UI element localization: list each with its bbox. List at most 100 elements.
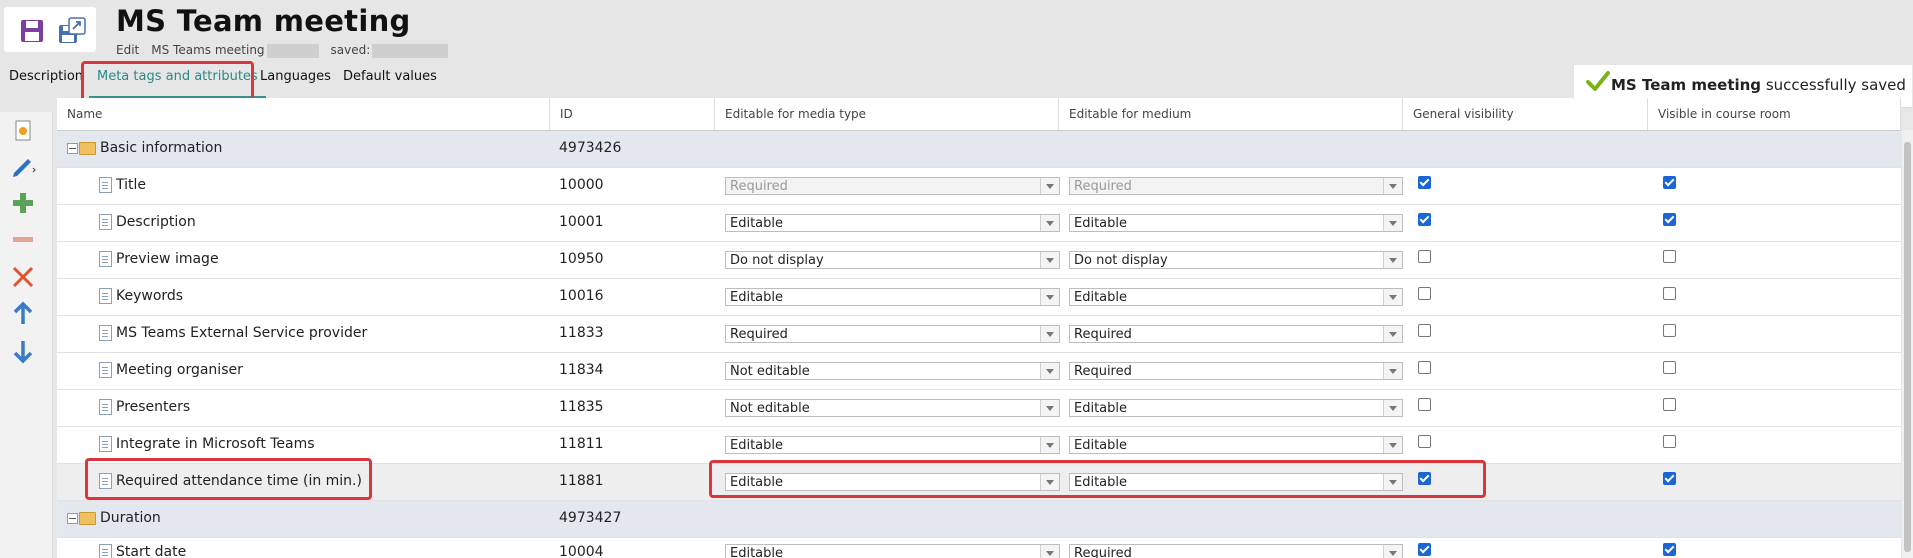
chevron-down-icon[interactable] xyxy=(1383,545,1402,558)
course-room-checkbox[interactable] xyxy=(1663,361,1676,374)
general-visibility-checkbox[interactable] xyxy=(1418,472,1431,485)
chevron-down-icon[interactable] xyxy=(1383,400,1402,416)
chevron-down-icon[interactable] xyxy=(1383,326,1402,342)
medium-select[interactable]: Editable xyxy=(1069,436,1403,454)
course-room-checkbox[interactable] xyxy=(1663,287,1676,300)
collapse-icon[interactable] xyxy=(67,512,78,524)
course-room-checkbox[interactable] xyxy=(1663,398,1676,411)
medium-select[interactable]: Required xyxy=(1069,177,1403,195)
chevron-down-icon[interactable] xyxy=(1383,363,1402,379)
general-visibility-checkbox[interactable] xyxy=(1418,398,1431,411)
table-row[interactable]: Keywords 10016 Editable Editable xyxy=(57,279,1901,316)
chevron-down-icon[interactable] xyxy=(1040,545,1059,558)
general-visibility-checkbox[interactable] xyxy=(1418,287,1431,300)
row-name: Description xyxy=(116,214,196,230)
chevron-down-icon[interactable] xyxy=(1383,215,1402,231)
general-visibility-checkbox[interactable] xyxy=(1418,250,1431,263)
chevron-down-icon[interactable] xyxy=(1383,437,1402,453)
chevron-down-icon[interactable] xyxy=(1040,326,1059,342)
chevron-down-icon[interactable] xyxy=(1383,474,1402,490)
course-room-checkbox[interactable] xyxy=(1663,543,1676,556)
move-up-icon[interactable] xyxy=(10,301,36,327)
col-id[interactable]: ID xyxy=(550,98,715,130)
chevron-down-icon[interactable] xyxy=(1040,215,1059,231)
medium-select[interactable]: Editable xyxy=(1069,288,1403,306)
general-visibility-checkbox[interactable] xyxy=(1418,361,1431,374)
course-room-checkbox[interactable] xyxy=(1663,250,1676,263)
media-type-select[interactable]: Editable xyxy=(725,544,1060,558)
medium-select[interactable]: Editable xyxy=(1069,399,1403,417)
table-row[interactable]: Start date 10004 Editable Required xyxy=(57,535,1901,558)
media-type-select[interactable]: Not editable xyxy=(725,362,1060,380)
add-icon[interactable] xyxy=(10,190,36,216)
course-room-checkbox[interactable] xyxy=(1663,213,1676,226)
tab-default-values[interactable]: Default values xyxy=(343,68,437,96)
chevron-down-icon[interactable] xyxy=(1040,437,1059,453)
tab-description[interactable]: Description xyxy=(9,68,83,96)
new-icon[interactable] xyxy=(10,118,36,144)
medium-select[interactable]: Required xyxy=(1069,362,1403,380)
media-type-select[interactable]: Editable xyxy=(725,214,1060,232)
save-icon[interactable] xyxy=(18,17,46,45)
group-row[interactable]: Basic information 4973426 xyxy=(57,131,1901,168)
chevron-down-icon[interactable] xyxy=(1383,252,1402,268)
chevron-down-icon[interactable] xyxy=(1040,400,1059,416)
col-visible-course-room[interactable]: Visible in course room xyxy=(1648,98,1901,130)
medium-select[interactable]: Editable xyxy=(1069,473,1403,491)
tab-meta-tags[interactable]: Meta tags and attributes xyxy=(89,68,266,99)
document-icon xyxy=(99,251,112,267)
row-id: 11833 xyxy=(559,325,604,341)
table-row[interactable]: Meeting organiser 11834 Not editable Requir… xyxy=(57,353,1901,390)
media-type-select[interactable]: Not editable xyxy=(725,399,1060,417)
table-row[interactable]: Title 10000 Required Required xyxy=(57,168,1901,205)
medium-select[interactable]: Do not display xyxy=(1069,251,1403,269)
move-down-icon[interactable] xyxy=(10,338,36,364)
col-name[interactable]: Name xyxy=(57,98,550,130)
collapse-icon[interactable] xyxy=(67,142,78,154)
course-room-checkbox[interactable] xyxy=(1663,435,1676,448)
general-visibility-checkbox[interactable] xyxy=(1418,213,1431,226)
table-row[interactable]: Presenters 11835 Not editable Editable xyxy=(57,390,1901,427)
general-visibility-checkbox[interactable] xyxy=(1418,435,1431,448)
vertical-scrollbar[interactable] xyxy=(1902,130,1913,558)
media-type-select[interactable]: Editable xyxy=(725,436,1060,454)
row-name: Meeting organiser xyxy=(116,362,243,378)
scrollbar-thumb[interactable] xyxy=(1904,142,1911,552)
medium-select[interactable]: Editable xyxy=(1069,214,1403,232)
table-row[interactable]: Description 10001 Editable Editable xyxy=(57,205,1901,242)
media-type-select[interactable]: Required xyxy=(725,177,1060,195)
col-general-visibility[interactable]: General visibility xyxy=(1403,98,1648,130)
table-row[interactable]: Integrate in Microsoft Teams 11811 Editabl… xyxy=(57,427,1901,464)
group-row[interactable]: Duration 4973427 xyxy=(57,501,1901,538)
chevron-down-icon[interactable] xyxy=(1040,252,1059,268)
medium-select[interactable]: Required xyxy=(1069,325,1403,343)
chevron-down-icon[interactable] xyxy=(1383,178,1402,194)
delete-icon[interactable] xyxy=(10,264,36,290)
table-row[interactable]: MS Teams External Service provider 11833 R… xyxy=(57,316,1901,353)
chevron-down-icon[interactable] xyxy=(1040,178,1059,194)
col-medium[interactable]: Editable for medium xyxy=(1059,98,1403,130)
chevron-down-icon[interactable] xyxy=(1383,289,1402,305)
course-room-checkbox[interactable] xyxy=(1663,472,1676,485)
col-media-type[interactable]: Editable for media type xyxy=(715,98,1059,130)
tab-languages[interactable]: Languages xyxy=(260,68,331,96)
media-type-select[interactable]: Editable xyxy=(725,288,1060,306)
course-room-checkbox[interactable] xyxy=(1663,324,1676,337)
general-visibility-checkbox[interactable] xyxy=(1418,176,1431,189)
edit-icon[interactable] xyxy=(10,153,36,179)
table-row[interactable]: Preview image 10950 Do not display Do not d… xyxy=(57,242,1901,279)
remove-icon[interactable] xyxy=(10,227,36,253)
chevron-down-icon[interactable] xyxy=(1040,474,1059,490)
media-type-select[interactable]: Do not display xyxy=(725,251,1060,269)
medium-select[interactable]: Required xyxy=(1069,544,1403,558)
save-as-icon[interactable] xyxy=(58,17,86,45)
chevron-down-icon[interactable] xyxy=(1040,363,1059,379)
general-visibility-checkbox[interactable] xyxy=(1418,543,1431,556)
chevron-down-icon[interactable] xyxy=(1040,289,1059,305)
table-row[interactable]: Required attendance time (in min.) 11881 E… xyxy=(57,464,1901,501)
course-room-checkbox[interactable] xyxy=(1663,176,1676,189)
media-type-select[interactable]: Editable xyxy=(725,473,1060,491)
document-icon xyxy=(99,473,112,489)
media-type-select[interactable]: Required xyxy=(725,325,1060,343)
general-visibility-checkbox[interactable] xyxy=(1418,324,1431,337)
